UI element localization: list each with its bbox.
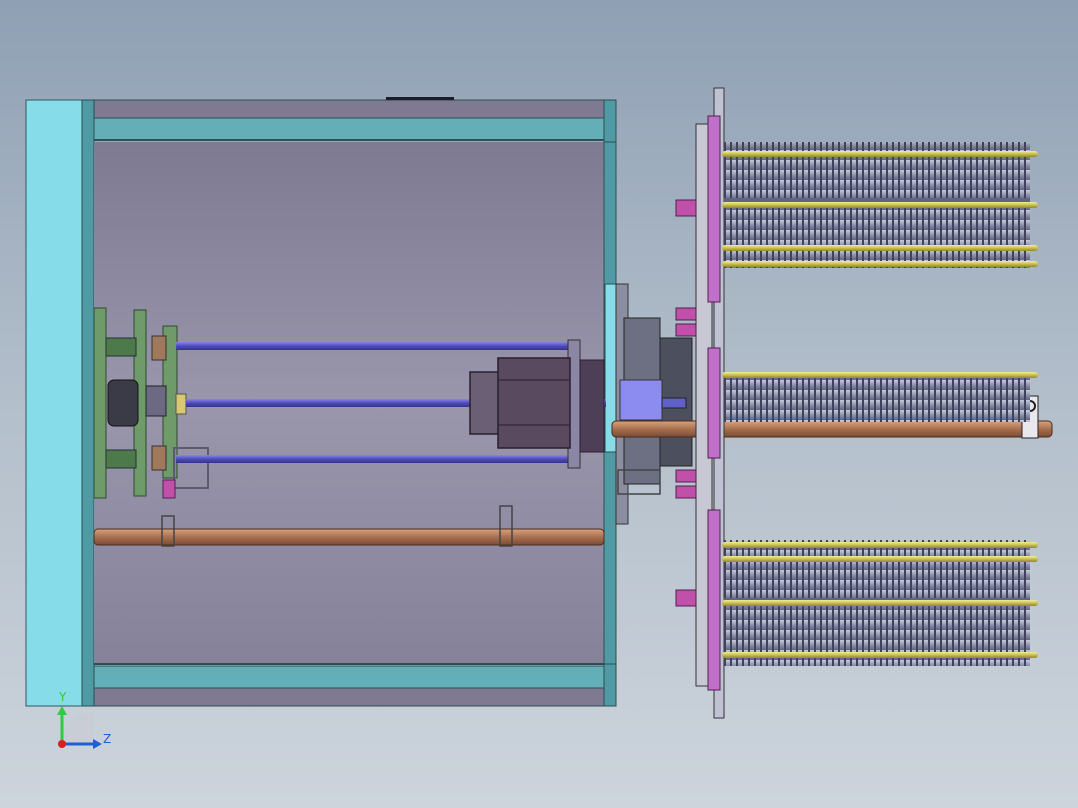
flange-plate[interactable] bbox=[695, 87, 725, 719]
y-axis-label: Y bbox=[58, 690, 67, 704]
left-side-panel[interactable] bbox=[25, 99, 83, 707]
top-frame-rail[interactable] bbox=[93, 99, 605, 119]
drive-pulley[interactable] bbox=[107, 379, 139, 427]
top-frame-beam[interactable] bbox=[93, 117, 605, 141]
bottom-frame-beam[interactable] bbox=[93, 665, 605, 689]
bottom-frame-rail[interactable] bbox=[93, 687, 605, 707]
guide-rod-upper[interactable] bbox=[176, 342, 574, 350]
coupling-fitting[interactable] bbox=[162, 479, 176, 499]
main-copper-shaft[interactable] bbox=[611, 420, 1053, 438]
fin-bank-middle[interactable] bbox=[724, 372, 1030, 422]
mounting-plate-left[interactable] bbox=[93, 307, 107, 499]
cad-viewport[interactable]: Y Z bbox=[0, 0, 1078, 808]
guide-rod-lower[interactable] bbox=[176, 455, 574, 463]
left-frame-post[interactable] bbox=[81, 99, 95, 707]
z-axis-label: Z bbox=[103, 732, 111, 746]
hub-block[interactable] bbox=[619, 379, 663, 421]
x-axis-dot bbox=[58, 740, 66, 748]
